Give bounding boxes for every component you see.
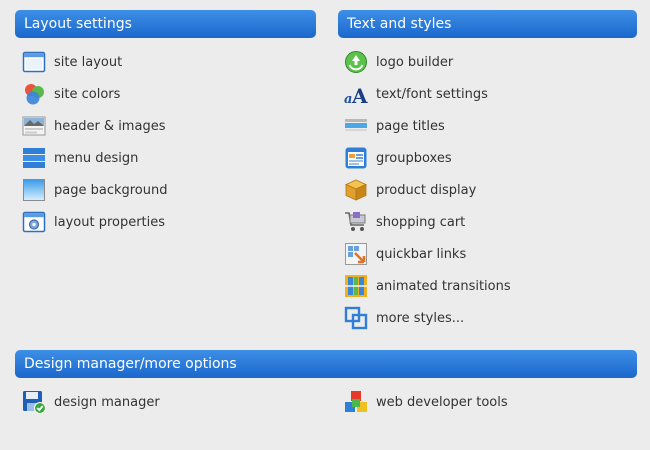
menu-design-link[interactable]: menu design [22,142,168,174]
more-styles-link[interactable]: more styles... [344,302,511,334]
item-label: web developer tools [376,394,508,410]
design-manager-header: Design manager/more options [15,350,637,378]
colored-cubes-icon [344,390,368,414]
quickbar-arrow-icon [344,242,368,266]
text-font-settings-link[interactable]: aA text/font settings [344,78,511,110]
layout-properties-link[interactable]: layout properties [22,206,168,238]
svg-text:A: A [351,84,368,106]
item-label: text/font settings [376,86,488,102]
header-image-icon [22,114,46,138]
groupbox-icon [344,146,368,170]
item-label: site layout [54,54,123,70]
film-strip-icon [344,274,368,298]
menu-bars-icon [22,146,46,170]
header-images-link[interactable]: header & images [22,110,168,142]
item-label: groupboxes [376,150,452,166]
text-styles-title: Text and styles [347,16,452,32]
item-label: page background [54,182,168,198]
site-colors-link[interactable]: site colors [22,78,168,110]
overlapping-squares-icon [344,306,368,330]
recycle-logo-icon [344,50,368,74]
quickbar-links-link[interactable]: quickbar links [344,238,511,270]
layout-settings-list: site layout site colors header & images … [22,46,168,238]
item-label: quickbar links [376,246,467,262]
groupboxes-link[interactable]: groupboxes [344,142,511,174]
color-circles-icon [22,82,46,106]
window-icon [22,50,46,74]
package-box-icon [344,178,368,202]
window-gear-icon [22,210,46,234]
design-manager-link[interactable]: design manager [22,386,160,418]
item-label: layout properties [54,214,166,230]
text-styles-list: logo builder aA text/font settings page … [344,46,511,334]
site-layout-link[interactable]: site layout [22,46,168,78]
product-display-link[interactable]: product display [344,174,511,206]
design-manager-title: Design manager/more options [24,356,237,372]
shopping-cart-link[interactable]: shopping cart [344,206,511,238]
logo-builder-link[interactable]: logo builder [344,46,511,78]
animated-transitions-link[interactable]: animated transitions [344,270,511,302]
page-titles-link[interactable]: page titles [344,110,511,142]
background-gradient-icon [22,178,46,202]
item-label: logo builder [376,54,454,70]
item-label: product display [376,182,477,198]
item-label: menu design [54,150,139,166]
item-label: more styles... [376,310,465,326]
design-manager-list-left: design manager [22,386,160,418]
web-developer-tools-link[interactable]: web developer tools [344,386,508,418]
floppy-check-icon [22,390,46,414]
shopping-cart-icon [344,210,368,234]
item-label: page titles [376,118,445,134]
item-label: shopping cart [376,214,466,230]
design-manager-list-right: web developer tools [344,386,508,418]
page-background-link[interactable]: page background [22,174,168,206]
title-bar-icon [344,114,368,138]
item-label: header & images [54,118,166,134]
item-label: design manager [54,394,160,410]
text-styles-header: Text and styles [338,10,637,38]
item-label: site colors [54,86,121,102]
item-label: animated transitions [376,278,511,294]
font-a-icon: aA [344,82,368,106]
layout-settings-title: Layout settings [24,16,132,32]
layout-settings-header: Layout settings [15,10,316,38]
